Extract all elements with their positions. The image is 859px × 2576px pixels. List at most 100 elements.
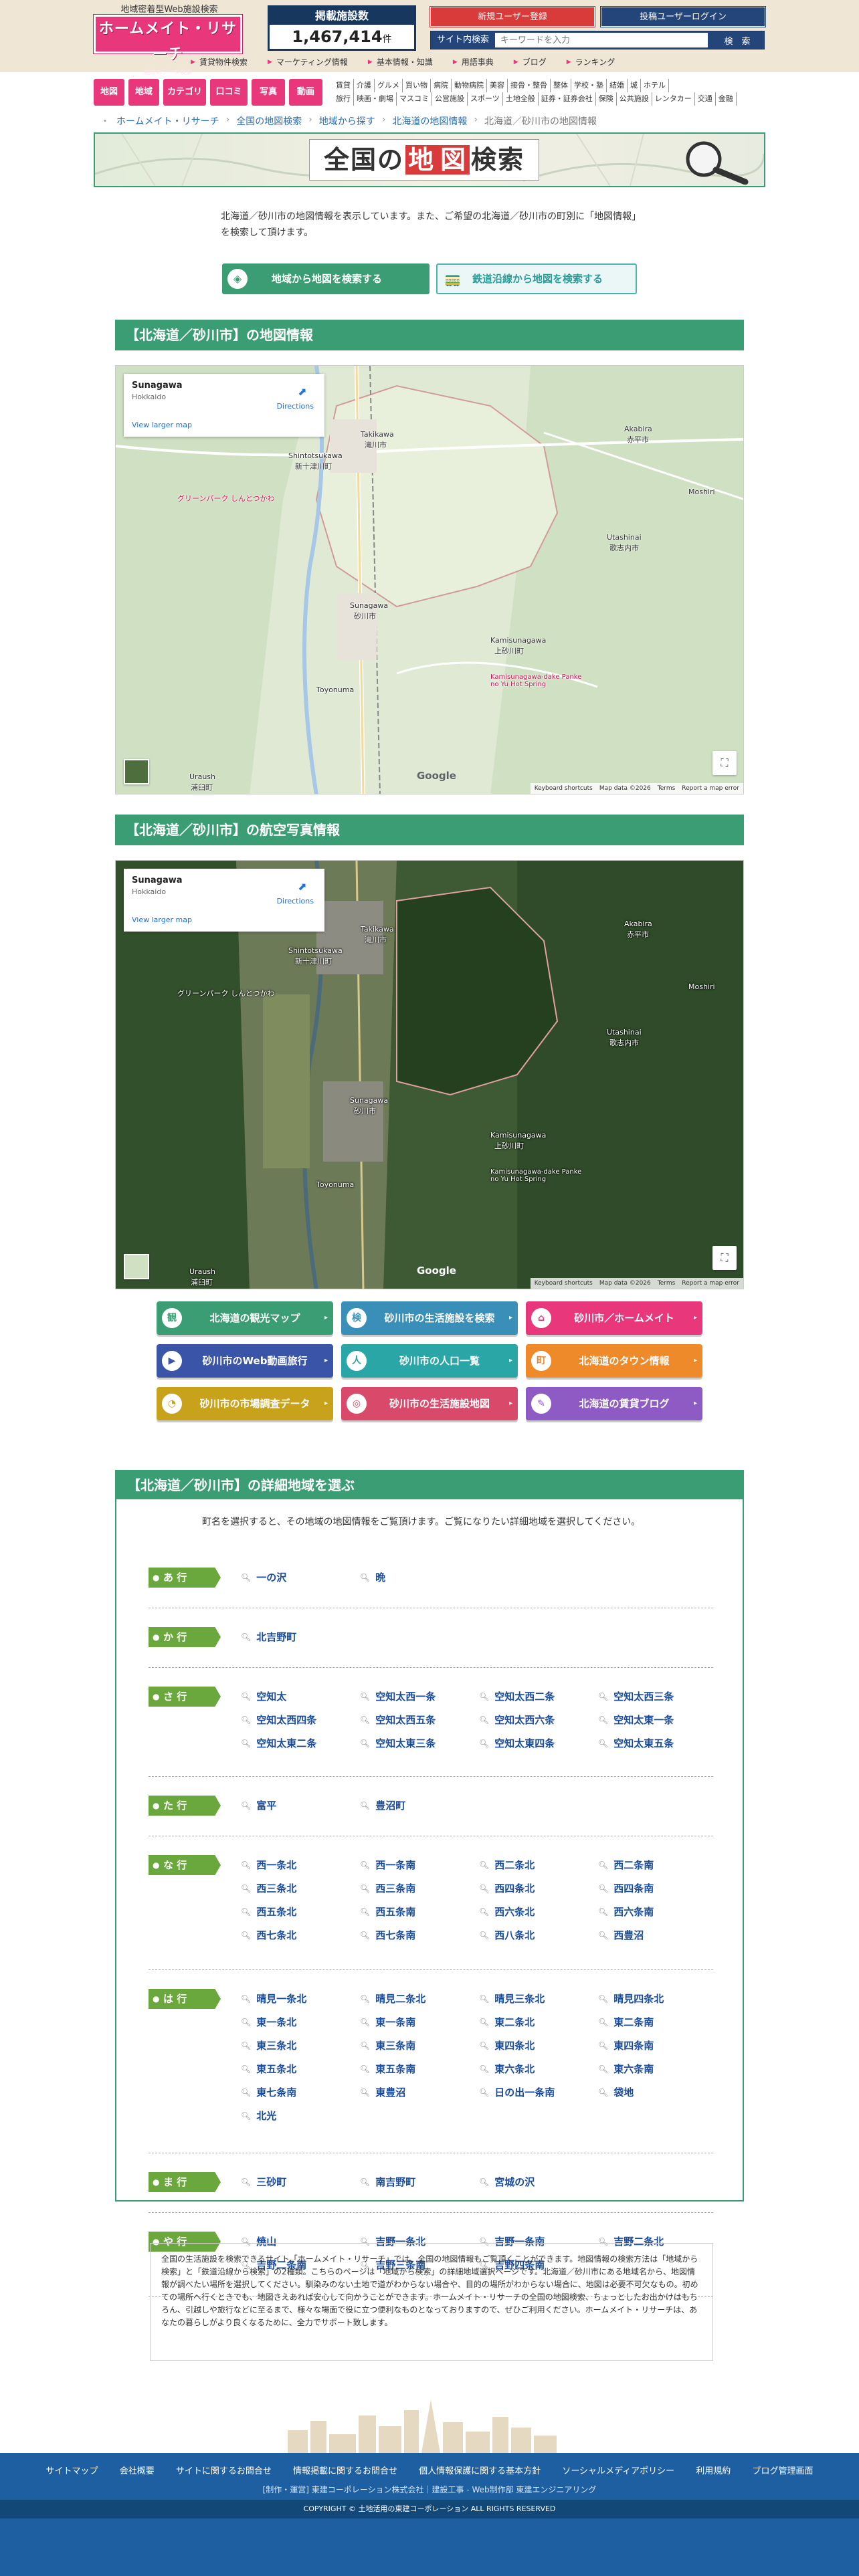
category-link[interactable]: 公共施設	[617, 92, 652, 106]
breadcrumb-area[interactable]: 地域から探す	[319, 114, 375, 128]
category-link[interactable]: 金融	[716, 92, 737, 106]
related-link-button[interactable]: ▶ 砂川市のWeb動画旅行 ▸	[157, 1344, 333, 1378]
category-link[interactable]: 整体	[551, 79, 571, 92]
town-link[interactable]: 🔍︎ 空知太東三条	[360, 1736, 479, 1750]
related-link-button[interactable]: 人 砂川市の人口一覧 ▸	[341, 1344, 518, 1378]
town-link[interactable]: 🔍︎ 西二条北	[479, 1858, 598, 1872]
map-footer-link[interactable]: Keyboard shortcuts	[535, 783, 593, 794]
town-link[interactable]: 🔍︎ 空知太西五条	[360, 1713, 479, 1727]
town-link[interactable]: 🔍︎ 空知太西一条	[360, 1689, 479, 1703]
category-link[interactable]: マスコミ	[397, 92, 432, 106]
search-button[interactable]: 検 索	[710, 31, 764, 49]
town-link[interactable]: 🔍︎ 東二条北	[479, 2015, 598, 2029]
rail-search-button[interactable]: 🚃 鉄道沿線から地図を検索する	[436, 263, 637, 294]
town-link[interactable]: 🔍︎ 西六条北	[479, 1905, 598, 1919]
map-footer-link[interactable]: Report a map error	[682, 1278, 739, 1289]
search-input[interactable]	[495, 33, 708, 47]
town-link[interactable]: 🔍︎ 空知太東五条	[598, 1736, 717, 1750]
town-link[interactable]: 🔍︎ 西七条北	[241, 1928, 360, 1942]
category-link[interactable]: グルメ	[375, 79, 403, 92]
satellite-toggle[interactable]	[124, 759, 149, 784]
category-link[interactable]: 映画・劇場	[354, 92, 397, 106]
cat-area-button[interactable]: 地域	[128, 79, 159, 106]
town-link[interactable]: 🔍︎ 東五条南	[360, 2062, 479, 2076]
breadcrumb-home[interactable]: ホームメイト・リサーチ	[116, 114, 219, 128]
category-link[interactable]: 証券・証券会社	[539, 92, 596, 106]
town-link[interactable]: 🔍︎ 西八条北	[479, 1928, 598, 1942]
town-link[interactable]: 🔍︎ 東七条南	[241, 2085, 360, 2099]
town-link[interactable]: 🔍︎ 西五条南	[360, 1905, 479, 1919]
footer-link[interactable]: 情報掲載に関するお問合せ	[293, 2466, 397, 2476]
subnav-glossary[interactable]: ▶ 用語事典	[453, 56, 494, 68]
town-link[interactable]: 🔍︎ 晩	[360, 1570, 479, 1584]
category-link[interactable]: 学校・塾	[571, 79, 607, 92]
map-footer-link[interactable]: Keyboard shortcuts	[535, 1278, 593, 1289]
town-link[interactable]: 🔍︎ 西三条南	[360, 1881, 479, 1895]
fullscreen-icon[interactable]: ⛶	[712, 1246, 737, 1270]
breadcrumb-hokkaido[interactable]: 北海道の地図情報	[392, 114, 467, 128]
category-link[interactable]: 美容	[487, 79, 508, 92]
category-link[interactable]: 接骨・整骨	[508, 79, 551, 92]
town-link[interactable]: 🔍︎ 空知太西三条	[598, 1689, 717, 1703]
town-link[interactable]: 🔍︎ 空知太西四条	[241, 1713, 360, 1727]
category-link[interactable]: 城	[628, 79, 641, 92]
category-link[interactable]: スポーツ	[468, 92, 503, 106]
view-larger-map-link[interactable]: View larger map	[132, 421, 192, 429]
directions-icon[interactable]: ⬈	[296, 386, 308, 398]
town-link[interactable]: 🔍︎ 西一条南	[360, 1858, 479, 1872]
category-link[interactable]: 結婚	[607, 79, 628, 92]
related-link-button[interactable]: ◔ 砂川市の市場調査データ ▸	[157, 1387, 333, 1420]
fullscreen-icon[interactable]: ⛶	[712, 751, 737, 775]
town-link[interactable]: 🔍︎ 日の出一条南	[479, 2085, 598, 2099]
town-link[interactable]: 🔍︎ 西二条南	[598, 1858, 717, 1872]
town-link[interactable]: 🔍︎ 西六条南	[598, 1905, 717, 1919]
town-link[interactable]: 🔍︎ 西五条北	[241, 1905, 360, 1919]
town-link[interactable]: 🔍︎ 富平	[241, 1798, 360, 1812]
town-link[interactable]: 🔍︎ 北光	[241, 2109, 360, 2123]
related-link-button[interactable]: ✎ 北海道の賃貸ブログ ▸	[526, 1387, 702, 1420]
town-link[interactable]: 🔍︎ 西四条北	[479, 1881, 598, 1895]
town-link[interactable]: 🔍︎ 晴見四条北	[598, 1992, 717, 2006]
town-link[interactable]: 🔍︎ 空知太東一条	[598, 1713, 717, 1727]
footer-link[interactable]: サイトマップ	[46, 2466, 98, 2476]
related-link-button[interactable]: 検 砂川市の生活施設を検索 ▸	[341, 1301, 518, 1335]
cat-review-button[interactable]: 口コミ	[210, 79, 248, 106]
category-link[interactable]: 公営施設	[432, 92, 468, 106]
town-link[interactable]: 🔍︎ 東三条北	[241, 2038, 360, 2052]
cat-category-button[interactable]: カテゴリ	[163, 79, 206, 106]
related-link-button[interactable]: 町 北海道のタウン情報 ▸	[526, 1344, 702, 1378]
related-link-button[interactable]: ⌂ 砂川市／ホームメイト ▸	[526, 1301, 702, 1335]
town-link[interactable]: 🔍︎ 東六条南	[598, 2062, 717, 2076]
town-link[interactable]: 🔍︎ 空知太	[241, 1689, 360, 1703]
category-link[interactable]: 土地全般	[503, 92, 539, 106]
town-link[interactable]: 🔍︎ 晴見二条北	[360, 1992, 479, 2006]
town-link[interactable]: 🔍︎ 晴見三条北	[479, 1992, 598, 2006]
directions-icon[interactable]: ⬈	[296, 881, 308, 893]
town-link[interactable]: 🔍︎ 東豊沼	[360, 2085, 479, 2099]
town-link[interactable]: 🔍︎ 西三条北	[241, 1881, 360, 1895]
map-toggle[interactable]	[124, 1254, 149, 1279]
category-link[interactable]: 交通	[695, 92, 716, 106]
footer-link[interactable]: サイトに関するお問合せ	[176, 2466, 272, 2476]
category-link[interactable]: 買い物	[403, 79, 431, 92]
map-footer-link[interactable]: Terms	[658, 1278, 676, 1289]
breadcrumb-map-search[interactable]: 全国の地図検索	[236, 114, 302, 128]
register-button[interactable]: 新規ユーザー登録	[430, 7, 595, 27]
town-link[interactable]: 🔍︎ 西豊沼	[598, 1928, 717, 1942]
town-link[interactable]: 🔍︎ 南吉野町	[360, 2175, 479, 2189]
town-link[interactable]: 🔍︎ 一の沢	[241, 1570, 360, 1584]
town-link[interactable]: 🔍︎ 空知太西六条	[479, 1713, 598, 1727]
category-link[interactable]: 保険	[596, 92, 617, 106]
footer-link[interactable]: 利用規約	[696, 2466, 731, 2476]
login-button[interactable]: 投稿ユーザーログイン	[601, 7, 765, 27]
town-link[interactable]: 🔍︎ 東四条北	[479, 2038, 598, 2052]
town-link[interactable]: 🔍︎ 東一条南	[360, 2015, 479, 2029]
subnav-basics[interactable]: ▶ 基本情報・知識	[368, 56, 433, 68]
directions-link[interactable]: Directions	[277, 402, 314, 411]
category-link[interactable]: レンタカー	[652, 92, 695, 106]
town-link[interactable]: 🔍︎ 東一条北	[241, 2015, 360, 2029]
directions-link[interactable]: Directions	[277, 897, 314, 905]
town-link[interactable]: 🔍︎ 西一条北	[241, 1858, 360, 1872]
area-search-button[interactable]: ◈ 地域から地図を検索する	[222, 263, 430, 294]
category-link[interactable]: 旅行	[333, 92, 354, 106]
